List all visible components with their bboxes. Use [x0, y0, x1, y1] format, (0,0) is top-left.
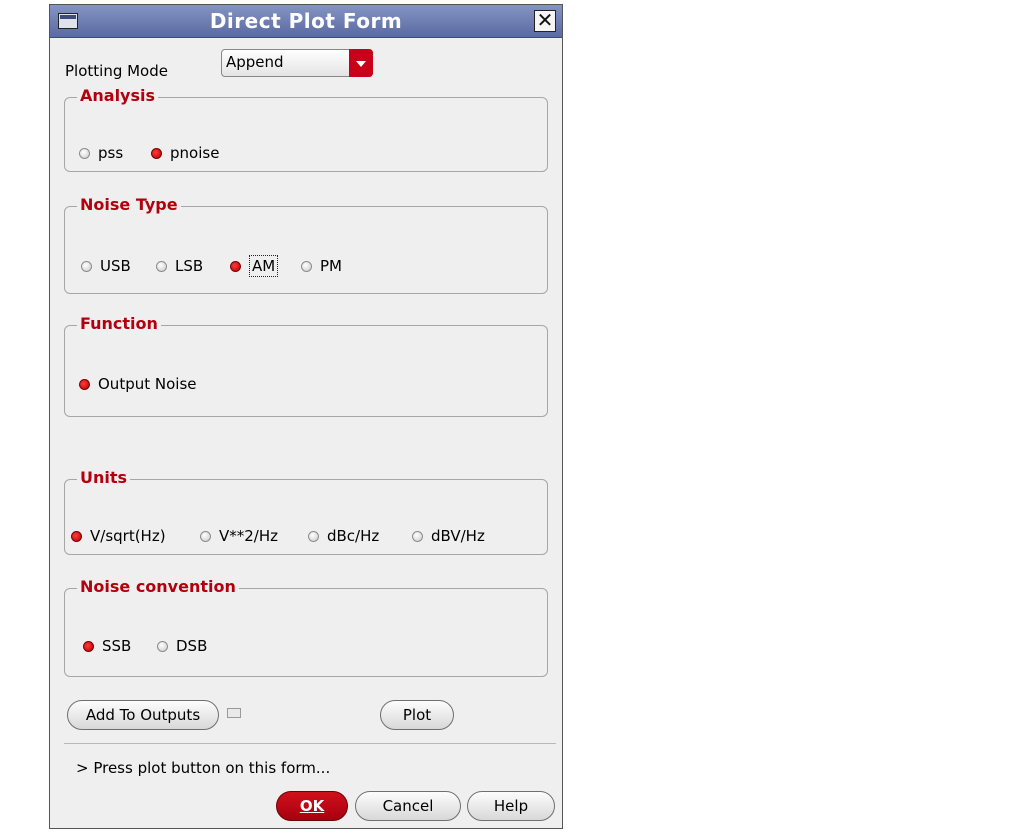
- radio-button-icon: [412, 530, 423, 542]
- chevron-down-icon[interactable]: [349, 49, 373, 77]
- radio-ssb-label: SSB: [102, 637, 132, 655]
- noise-convention-group-title: Noise convention: [77, 578, 239, 596]
- radio-v2-hz[interactable]: V**2/Hz: [200, 527, 278, 545]
- plotting-mode-label: Plotting Mode: [65, 62, 168, 80]
- radio-button-icon: [301, 260, 312, 272]
- radio-button-selected-icon: [83, 640, 94, 652]
- radio-output-noise[interactable]: Output Noise: [79, 375, 196, 393]
- analysis-group: Analysis pss pnoise: [64, 87, 548, 172]
- noise-convention-group: Noise convention SSB DSB: [64, 578, 548, 677]
- analysis-group-title: Analysis: [77, 87, 159, 105]
- radio-button-selected-icon: [151, 147, 162, 159]
- ok-button[interactable]: OK: [276, 791, 348, 821]
- add-to-outputs-button[interactable]: Add To Outputs: [67, 700, 219, 730]
- radio-pss-label: pss: [98, 144, 124, 162]
- radio-button-icon: [200, 530, 211, 542]
- radio-pm-label: PM: [320, 257, 342, 275]
- radio-button-icon: [308, 530, 319, 542]
- noise-type-group: Noise Type USB LSB AM PM: [64, 196, 548, 294]
- radio-pnoise[interactable]: pnoise: [151, 144, 219, 162]
- plotting-mode-value: Append: [226, 53, 284, 71]
- radio-lsb-label: LSB: [175, 257, 204, 275]
- radio-pm[interactable]: PM: [301, 257, 342, 275]
- radio-button-selected-icon: [230, 260, 241, 272]
- radio-output-noise-label: Output Noise: [98, 375, 197, 393]
- radio-dbc-hz-label: dBc/Hz: [327, 527, 380, 545]
- radio-dbc-hz[interactable]: dBc/Hz: [308, 527, 379, 545]
- radio-ssb[interactable]: SSB: [83, 637, 131, 655]
- radio-v2-hz-label: V**2/Hz: [219, 527, 279, 545]
- radio-usb[interactable]: USB: [81, 257, 131, 275]
- separator: [64, 743, 556, 744]
- radio-dsb-label: DSB: [176, 637, 208, 655]
- function-group: Function Output Noise: [64, 315, 548, 417]
- noise-type-group-title: Noise Type: [77, 196, 181, 214]
- plotting-mode-select[interactable]: Append: [221, 49, 373, 77]
- radio-v-sqrt-hz[interactable]: V/sqrt(Hz): [71, 527, 166, 545]
- radio-pnoise-label: pnoise: [170, 144, 220, 162]
- radio-button-selected-icon: [79, 378, 90, 390]
- radio-dsb[interactable]: DSB: [157, 637, 207, 655]
- radio-am[interactable]: AM: [230, 255, 279, 277]
- radio-button-selected-icon: [71, 530, 82, 542]
- window-title: Direct Plot Form: [209, 9, 403, 33]
- units-group-title: Units: [77, 469, 131, 487]
- radio-am-label: AM: [249, 255, 279, 277]
- title-bar[interactable]: Direct Plot Form ✕: [50, 5, 562, 38]
- help-button[interactable]: Help: [467, 791, 555, 821]
- close-button[interactable]: ✕: [534, 10, 556, 32]
- radio-button-icon: [81, 260, 92, 272]
- cancel-button[interactable]: Cancel: [355, 791, 461, 821]
- radio-pss[interactable]: pss: [79, 144, 123, 162]
- units-group: Units V/sqrt(Hz) V**2/Hz dBc/Hz dBV/Hz: [64, 469, 548, 555]
- radio-lsb[interactable]: LSB: [156, 257, 203, 275]
- radio-button-icon: [156, 260, 167, 272]
- radio-dbv-hz[interactable]: dBV/Hz: [412, 527, 485, 545]
- radio-dbv-hz-label: dBV/Hz: [431, 527, 485, 545]
- radio-v-sqrt-hz-label: V/sqrt(Hz): [90, 527, 166, 545]
- status-message: > Press plot button on this form...: [76, 759, 331, 777]
- radio-button-icon: [79, 147, 90, 159]
- function-group-title: Function: [77, 315, 161, 333]
- plot-button[interactable]: Plot: [380, 700, 454, 730]
- ok-button-label: OK: [299, 797, 325, 815]
- direct-plot-form-window: Direct Plot Form ✕ Plotting Mode Append …: [49, 4, 563, 829]
- radio-usb-label: USB: [100, 257, 131, 275]
- radio-button-icon: [157, 640, 168, 652]
- add-to-outputs-checkbox[interactable]: [227, 708, 241, 718]
